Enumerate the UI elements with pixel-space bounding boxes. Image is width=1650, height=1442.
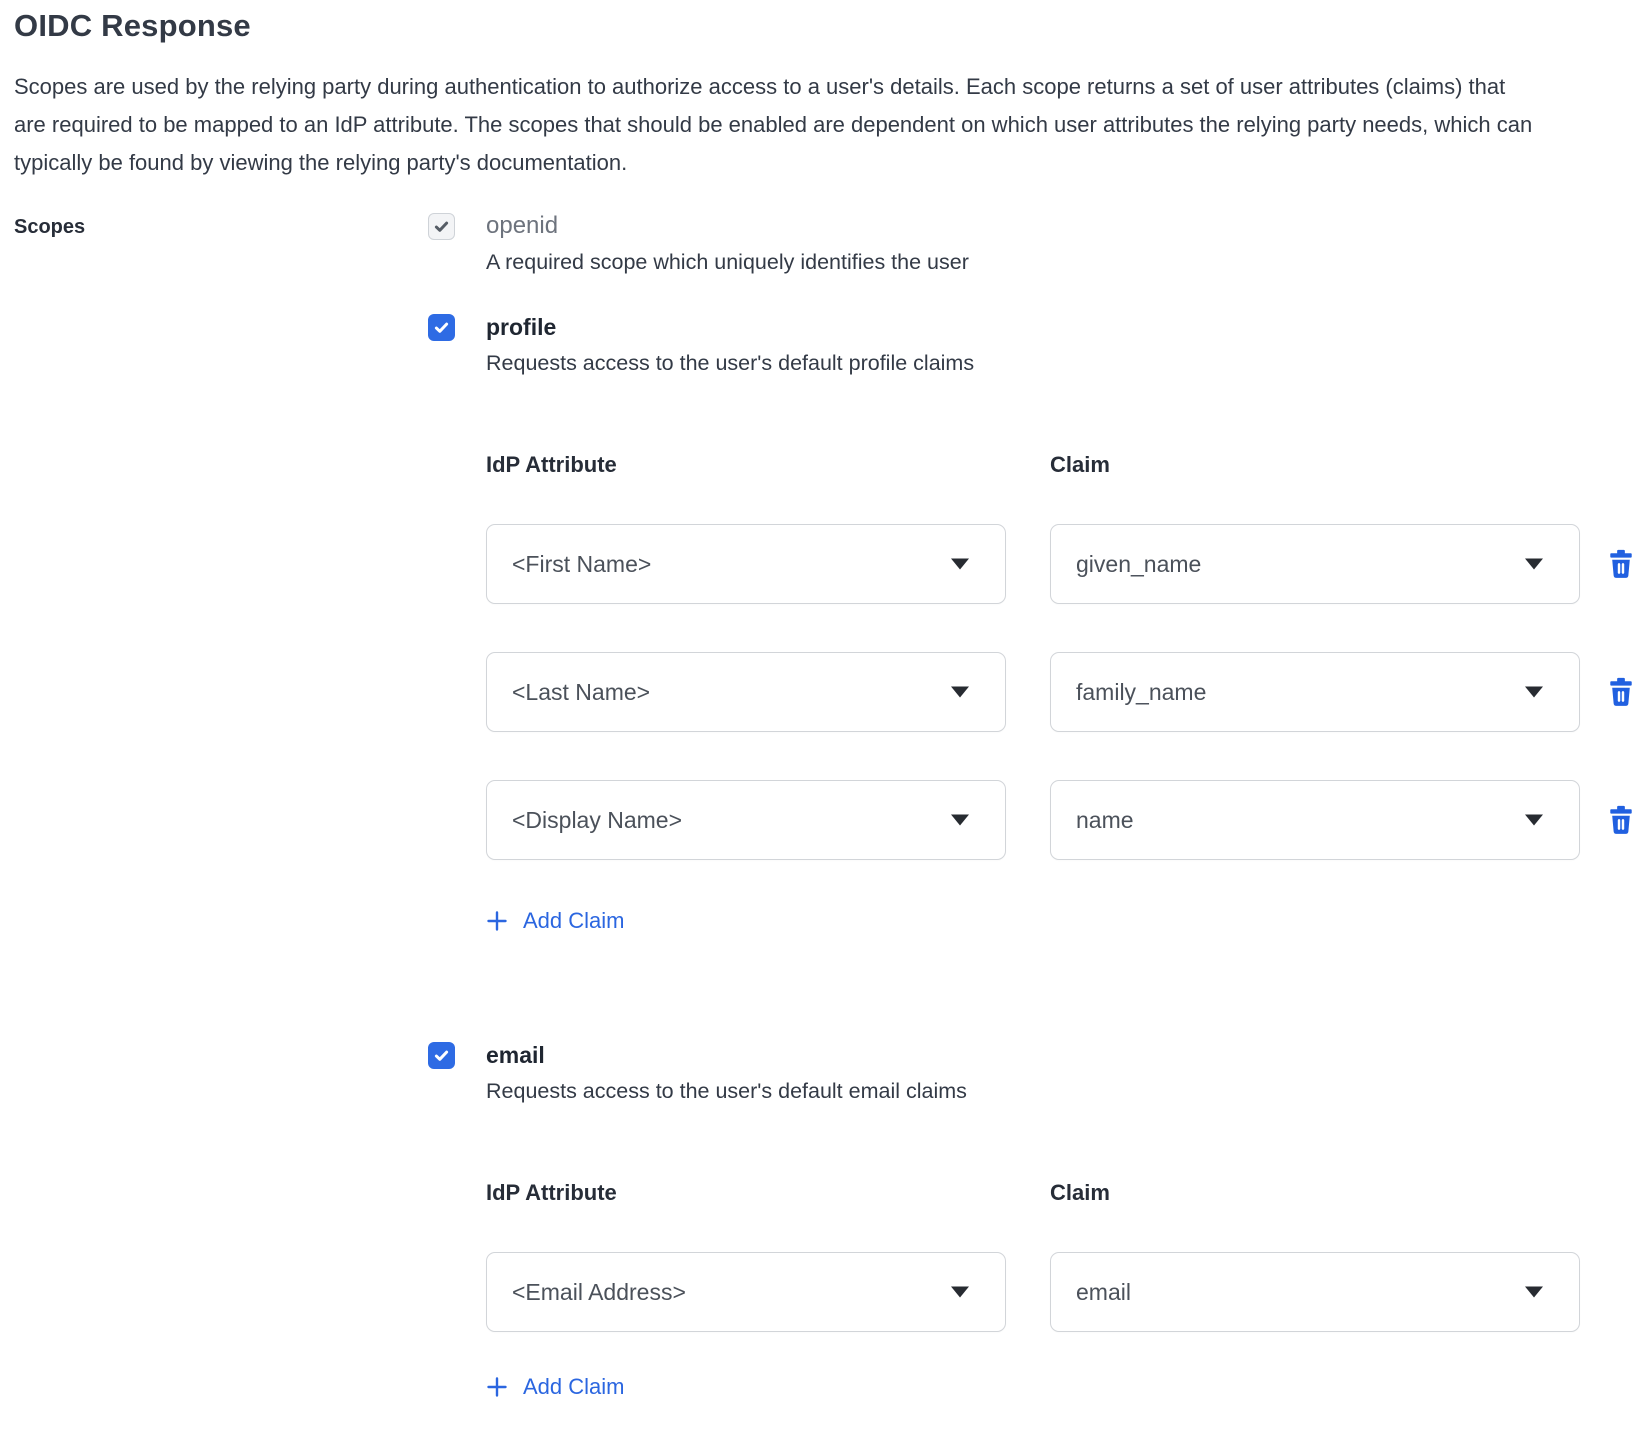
delete-claim-button[interactable] [1608, 549, 1634, 579]
scopes-label: Scopes [14, 212, 428, 1403]
dropdown-arrow-icon [1525, 815, 1543, 826]
plus-icon [486, 910, 508, 932]
idp-attribute-value: <First Name> [512, 551, 651, 578]
claim-row: <First Name> given_name [486, 524, 1636, 604]
checkmark-icon [433, 218, 450, 235]
idp-attribute-select[interactable]: <Last Name> [486, 652, 1006, 732]
oidc-response-section: OIDC Response Scopes are used by the rel… [0, 0, 1650, 1403]
scope-openid-body: openid A required scope which uniquely i… [486, 212, 1636, 275]
dropdown-arrow-icon [951, 687, 969, 698]
scope-email: email Requests access to the user's defa… [428, 1041, 1636, 1403]
idp-attribute-select[interactable]: <Display Name> [486, 780, 1006, 860]
claim-select[interactable]: family_name [1050, 652, 1580, 732]
scopes-content: openid A required scope which uniquely i… [428, 212, 1636, 1403]
profile-checkbox[interactable] [428, 314, 455, 341]
idp-attribute-header: IdP Attribute [486, 1180, 1006, 1206]
page-title: OIDC Response [14, 8, 1636, 44]
add-claim-button[interactable]: Add Claim [486, 1374, 624, 1400]
scope-openid-label: openid [486, 212, 1636, 240]
scope-profile-body: profile Requests access to the user's de… [486, 313, 1636, 937]
claims-table-header: IdP Attribute Claim [486, 452, 1636, 478]
plus-icon [486, 1376, 508, 1398]
idp-attribute-select[interactable]: <First Name> [486, 524, 1006, 604]
trash-icon [1608, 549, 1634, 579]
claim-select[interactable]: email [1050, 1252, 1580, 1332]
claim-select[interactable]: given_name [1050, 524, 1580, 604]
idp-attribute-select[interactable]: <Email Address> [486, 1252, 1006, 1332]
idp-attribute-value: <Display Name> [512, 807, 682, 834]
dropdown-arrow-icon [951, 1287, 969, 1298]
claim-value: name [1076, 807, 1134, 834]
checkmark-icon [433, 319, 450, 336]
dropdown-arrow-icon [1525, 1287, 1543, 1298]
trash-icon [1608, 805, 1634, 835]
idp-attribute-value: <Email Address> [512, 1279, 686, 1306]
scopes-form-row: Scopes openid A required scope which uni… [14, 212, 1636, 1403]
dropdown-arrow-icon [951, 559, 969, 570]
section-description: Scopes are used by the relying party dur… [14, 68, 1542, 182]
add-claim-label: Add Claim [523, 908, 624, 934]
scope-profile-description: Requests access to the user's default pr… [486, 351, 1636, 376]
claim-value: email [1076, 1279, 1131, 1306]
dropdown-arrow-icon [951, 815, 969, 826]
delete-claim-button[interactable] [1608, 805, 1634, 835]
claim-row: <Display Name> name [486, 780, 1636, 860]
claim-row: <Last Name> family_name [486, 652, 1636, 732]
claim-header: Claim [1050, 452, 1580, 478]
scope-profile: profile Requests access to the user's de… [428, 313, 1636, 937]
claim-header: Claim [1050, 1180, 1580, 1206]
add-claim-label: Add Claim [523, 1374, 624, 1400]
profile-claims-table: IdP Attribute Claim <First Name> given_n… [486, 452, 1636, 937]
scope-openid-description: A required scope which uniquely identifi… [486, 250, 1636, 275]
trash-icon [1608, 677, 1634, 707]
checkmark-icon [433, 1047, 450, 1064]
dropdown-arrow-icon [1525, 687, 1543, 698]
idp-attribute-header: IdP Attribute [486, 452, 1006, 478]
idp-attribute-value: <Last Name> [512, 679, 650, 706]
scope-profile-label: profile [486, 313, 1636, 341]
claim-select[interactable]: name [1050, 780, 1580, 860]
email-checkbox[interactable] [428, 1042, 455, 1069]
claim-row: <Email Address> email [486, 1252, 1636, 1332]
scope-openid: openid A required scope which uniquely i… [428, 212, 1636, 275]
add-claim-button[interactable]: Add Claim [486, 908, 624, 934]
delete-claim-button[interactable] [1608, 677, 1634, 707]
scope-email-description: Requests access to the user's default em… [486, 1079, 1636, 1104]
dropdown-arrow-icon [1525, 559, 1543, 570]
claim-value: family_name [1076, 679, 1206, 706]
claim-value: given_name [1076, 551, 1201, 578]
openid-checkbox [428, 213, 455, 240]
scope-email-label: email [486, 1041, 1636, 1069]
email-claims-table: IdP Attribute Claim <Email Address> emai… [486, 1180, 1636, 1403]
claims-table-header: IdP Attribute Claim [486, 1180, 1636, 1206]
scope-email-body: email Requests access to the user's defa… [486, 1041, 1636, 1403]
